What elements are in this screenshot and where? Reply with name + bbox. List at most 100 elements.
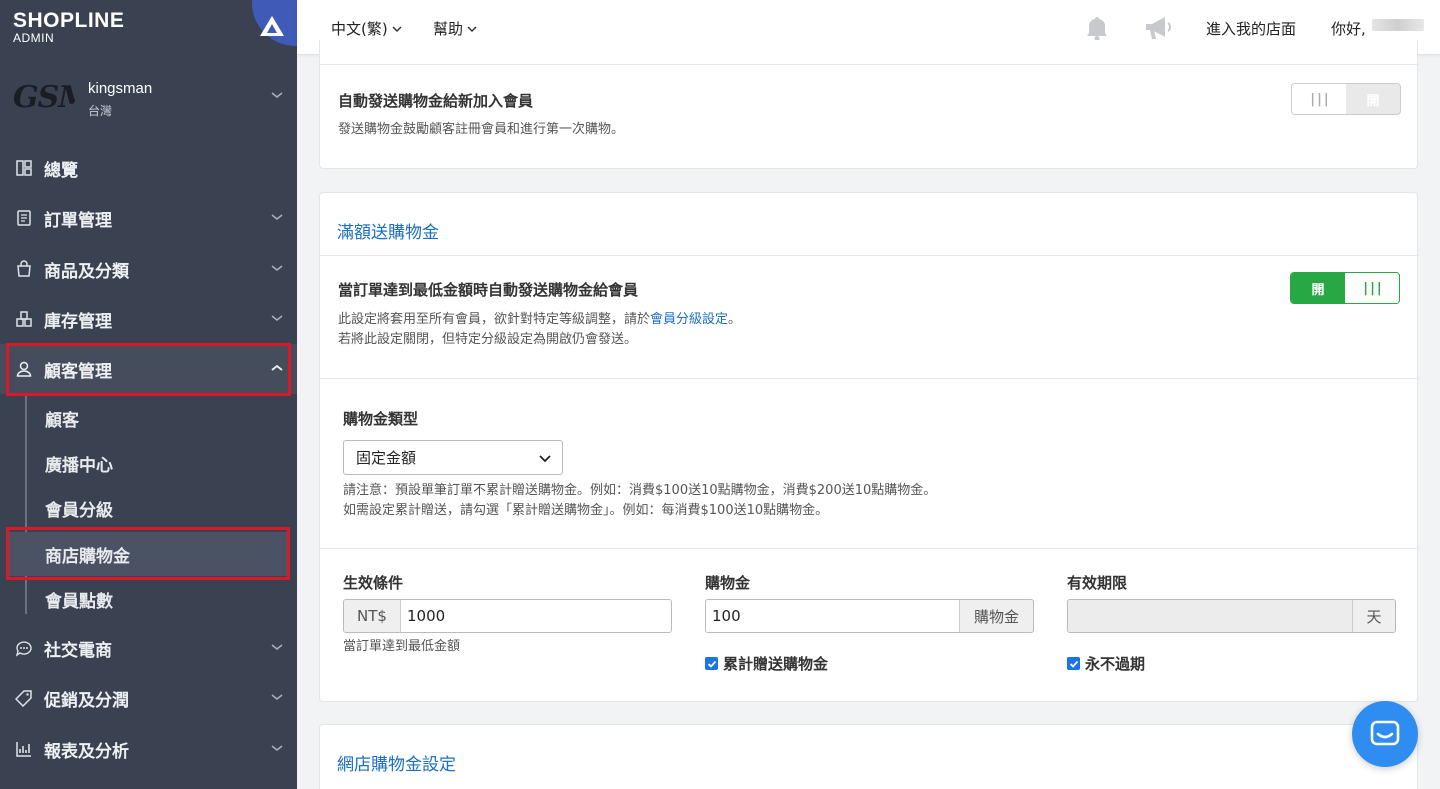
expiry-suffix-addon: 天	[1352, 600, 1395, 632]
credit-type-note2: 如需設定累計贈送，請勾選「累計贈送購物金」。例如：每消費$100送10點購物金。	[343, 503, 829, 518]
nav-products[interactable]: 商品及分類	[0, 244, 297, 294]
chevron-down-icon	[467, 25, 477, 32]
nav-overview[interactable]: 總覽	[0, 143, 297, 193]
store-switcher[interactable]: GSM kingsman 台灣	[0, 72, 297, 128]
nav-inventory-label: 庫存管理	[44, 311, 112, 332]
chevron-down-icon	[539, 455, 551, 463]
help-menu[interactable]: 幫助	[433, 18, 477, 39]
language-menu[interactable]: 中文(繁)	[331, 18, 402, 39]
checkbox-checked-icon	[1067, 657, 1080, 670]
nav-inventory[interactable]: 庫存管理	[0, 294, 297, 344]
language-label: 中文(繁)	[331, 20, 388, 38]
credit-type-select[interactable]: 固定金額	[343, 440, 563, 475]
nav-overview-label: 總覽	[44, 160, 78, 181]
sub-item-broadcast-label: 廣播中心	[45, 455, 113, 476]
nav-reports-label: 報表及分析	[44, 741, 129, 762]
sub-item-membership[interactable]: 會員分級	[8, 486, 288, 530]
nav-promotions-label: 促銷及分潤	[44, 690, 129, 711]
condition-amount-input[interactable]: 1000	[401, 600, 671, 632]
nav-orders-label: 訂單管理	[44, 210, 112, 231]
toggle-off-segment: |||	[1292, 84, 1346, 114]
chevron-down-icon	[392, 25, 402, 32]
bar-chart-icon	[14, 739, 34, 759]
never-expire-checkbox[interactable]: 永不過期	[1067, 653, 1145, 674]
credit-label: 購物金	[705, 574, 751, 592]
condition-label: 生效條件	[343, 574, 404, 592]
threshold-desc-text: 此設定將套用至所有會員，欲針對特定等級調整，請於	[338, 312, 651, 327]
credit-amount-input[interactable]: 100	[706, 600, 959, 632]
nav-products-label: 商品及分類	[44, 261, 129, 282]
condition-input-group: NT$ 1000	[343, 599, 672, 633]
nav-orders[interactable]: 訂單管理	[0, 193, 297, 243]
user-icon	[14, 359, 34, 379]
help-label: 幫助	[433, 20, 464, 38]
chevron-down-icon	[271, 745, 283, 751]
divider	[320, 255, 1419, 256]
sub-item-store-credit[interactable]: 商店購物金	[8, 532, 288, 576]
chevron-down-icon	[271, 644, 283, 650]
nav-customers-label: 顧客管理	[44, 361, 112, 382]
toggle-off-segment: |||	[1345, 273, 1399, 303]
app-switcher[interactable]	[252, 0, 297, 46]
chevron-down-icon	[271, 214, 283, 220]
visit-store-link[interactable]: 進入我的店面	[1206, 18, 1296, 39]
sub-item-membership-label: 會員分級	[45, 500, 113, 521]
chat-icon	[1370, 720, 1400, 746]
divider	[320, 548, 1419, 549]
shopping-bag-icon	[14, 259, 34, 279]
nav-reports[interactable]: 報表及分析	[0, 724, 297, 774]
condition-help: 當訂單達到最低金額	[343, 639, 461, 654]
online-store-section-title: 網店購物金設定	[337, 755, 456, 775]
brand-sub: ADMIN	[13, 31, 55, 45]
store-logo: GSM	[13, 80, 75, 115]
chat-support-button[interactable]	[1352, 701, 1418, 767]
nav-social[interactable]: 社交電商	[0, 623, 297, 673]
currency-addon: NT$	[344, 600, 401, 632]
checkbox-checked-icon	[705, 657, 718, 670]
shopline-logo-icon	[260, 16, 284, 36]
threshold-desc-end: 。	[728, 312, 742, 327]
threshold-desc: 此設定將套用至所有會員，欲針對特定等級調整，請於會員分級設定。 若將此設定關閉，…	[338, 310, 741, 350]
nav-promotions[interactable]: 促銷及分潤	[0, 673, 297, 723]
chevron-up-icon	[271, 364, 283, 371]
new-member-toggle[interactable]: ||| 開	[1291, 83, 1401, 115]
cumulative-checkbox[interactable]: 累計贈送購物金	[705, 653, 828, 674]
new-member-title: 自動發送購物金給新加入會員	[338, 92, 534, 110]
sub-item-store-credit-label: 商店購物金	[45, 546, 130, 567]
toggle-on-segment: 開	[1291, 273, 1345, 303]
nav-customers[interactable]: 顧客管理	[0, 344, 297, 394]
sidebar: SHOPLINE ADMIN GSM kingsman 台灣 總覽 訂單管理 商…	[0, 0, 297, 789]
chevron-down-icon	[271, 265, 283, 271]
threshold-desc-line2: 若將此設定關閉，但特定分級設定為開啟仍會發送。	[338, 332, 638, 347]
membership-settings-link[interactable]: 會員分級設定	[650, 312, 728, 327]
sub-item-points-label: 會員點數	[45, 591, 113, 612]
user-name-redacted	[1372, 19, 1424, 31]
store-region: 台灣	[88, 104, 113, 118]
sub-item-customers[interactable]: 顧客	[8, 396, 288, 440]
cumulative-checkbox-label: 累計贈送購物金	[723, 655, 829, 673]
sub-item-broadcast[interactable]: 廣播中心	[8, 441, 288, 485]
new-member-card: 自動發送購物金給新加入會員 發送購物金鼓勵顧客註冊會員和進行第一次購物。 |||…	[319, 40, 1419, 169]
never-expire-checkbox-label: 永不過期	[1085, 655, 1146, 673]
threshold-toggle[interactable]: 開 |||	[1290, 272, 1400, 304]
document-icon	[14, 208, 34, 228]
credit-type-note: 請注意：預設單筆訂單不累計贈送購物金。例如：消費$100送10點購物金，消費$2…	[343, 481, 936, 521]
chevron-down-icon	[271, 92, 283, 98]
divider	[320, 64, 1419, 65]
expiry-days-input[interactable]	[1068, 600, 1352, 632]
sub-item-points[interactable]: 會員點數	[8, 577, 288, 621]
credit-suffix-addon: 購物金	[959, 600, 1033, 632]
credit-input-group: 100 購物金	[705, 599, 1034, 633]
brand-logo[interactable]: SHOPLINE ADMIN	[13, 10, 124, 45]
megaphone-icon[interactable]	[1143, 14, 1173, 42]
new-member-desc: 發送購物金鼓勵顧客註冊會員和進行第一次購物。	[338, 122, 625, 137]
chevron-down-icon	[271, 315, 283, 321]
bell-icon[interactable]	[1083, 14, 1111, 42]
credit-type-note1: 請注意：預設單筆訂單不累計贈送購物金。例如：消費$100送10點購物金，消費$2…	[343, 483, 937, 498]
threshold-credit-card: 滿額送購物金 當訂單達到最低金額時自動發送購物金給會員 此設定將套用至所有會員，…	[319, 192, 1419, 702]
nav-social-label: 社交電商	[44, 640, 112, 661]
credit-type-value: 固定金額	[356, 449, 417, 467]
greeting[interactable]: 你好,	[1331, 18, 1366, 39]
divider	[320, 378, 1419, 379]
dashboard-icon	[14, 158, 34, 178]
